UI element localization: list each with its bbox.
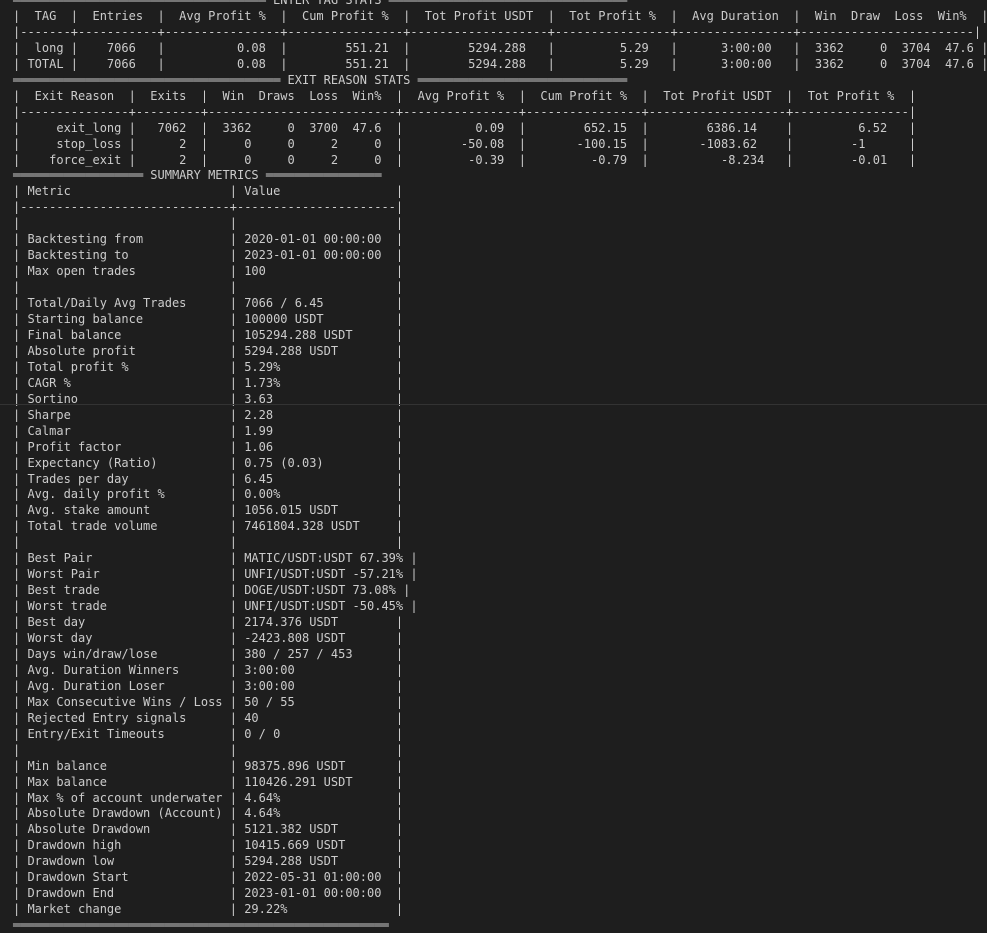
terminal-line: | Worst trade | UNFI/USDT:USDT -50.45% | [13, 599, 418, 614]
terminal-line: | Total profit % | 5.29% | [13, 359, 404, 374]
terminal-line: | Max open trades | 100 | [13, 264, 404, 279]
terminal-line: | Drawdown low | 5294.288 USDT | [13, 854, 404, 869]
terminal-line: | long | 7066 | 0.08 | 551.21 | 5294.288… [13, 40, 987, 55]
terminal-line: |-------+-----------+----------------+--… [13, 24, 982, 39]
terminal-line: | Absolute profit | 5294.288 USDT | [13, 343, 404, 358]
terminal-line: | Max balance | 110426.291 USDT | [13, 774, 404, 789]
terminal-line: | CAGR % | 1.73% | [13, 375, 404, 390]
terminal-line: | Max Consecutive Wins / Loss | 50 / 55 … [13, 694, 404, 709]
terminal-line: | Best Pair | MATIC/USDT:USDT 67.39% | [13, 551, 418, 566]
terminal-output[interactable]: ═══════════════════════════════════ ENTE… [0, 0, 987, 932]
terminal-line: | Total trade volume | 7461804.328 USDT … [13, 519, 404, 534]
terminal-line: | Best trade | DOGE/USDT:USDT 73.08% | [13, 583, 411, 598]
terminal-line: | Backtesting from | 2020-01-01 00:00:00… [13, 232, 404, 247]
terminal-line: | Starting balance | 100000 USDT | [13, 312, 404, 326]
terminal-line: |-----------------------------+---------… [13, 200, 404, 215]
terminal-line: | Avg. stake amount | 1056.015 USDT | [13, 503, 404, 518]
terminal-line: | Total/Daily Avg Trades | 7066 / 6.45 | [13, 296, 404, 311]
terminal-line: | Worst day | -2423.808 USDT | [13, 631, 404, 645]
terminal-line: | Absolute Drawdown | 5121.382 USDT | [13, 822, 404, 837]
terminal-line: |---------------+---------+-------------… [13, 104, 917, 119]
terminal-line: | Best day | 2174.376 USDT | [13, 615, 404, 630]
terminal-line: | | | [13, 216, 404, 231]
terminal-line: | Max % of account underwater | 4.64% | [13, 790, 404, 805]
terminal-line: | Drawdown End | 2023-01-01 00:00:00 | [13, 886, 404, 901]
terminal-line: | Drawdown Start | 2022-05-31 01:00:00 | [13, 870, 404, 885]
terminal-line: | Trades per day | 6.45 | [13, 471, 404, 486]
terminal-line: | | | [13, 535, 404, 550]
terminal-line: | Worst Pair | UNFI/USDT:USDT -57.21% | [13, 567, 418, 582]
terminal-line: | Expectancy (Ratio) | 0.75 (0.03) | [13, 455, 404, 470]
terminal-line: ════════════════════════════════════════… [13, 918, 389, 933]
terminal-line: | Final balance | 105294.288 USDT | [13, 327, 404, 342]
terminal-line: | TAG | Entries | Avg Profit % | Cum Pro… [13, 8, 987, 23]
terminal-line: ═════════════════════════════════════ EX… [13, 72, 628, 87]
terminal-line: | Rejected Entry signals | 40 | [13, 710, 404, 725]
terminal-line: | Absolute Drawdown (Account) | 4.64% | [13, 806, 404, 821]
terminal-line: | Profit factor | 1.06 | [13, 439, 404, 454]
terminal-line: | Days win/draw/lose | 380 / 257 / 453 | [13, 646, 404, 661]
terminal-line: | Min balance | 98375.896 USDT | [13, 758, 404, 773]
terminal-line: | exit_long | 7062 | 3362 0 3700 47.6 | … [13, 120, 917, 135]
terminal-line: | Sharpe | 2.28 | [13, 407, 404, 422]
terminal-line: | | | [13, 742, 404, 757]
row-highlight [0, 404, 987, 405]
terminal-line: ══════════════════ SUMMARY METRICS ═════… [13, 168, 382, 183]
terminal-line: | TOTAL | 7066 | 0.08 | 551.21 | 5294.28… [13, 56, 987, 71]
terminal-line: | Avg. daily profit % | 0.00% | [13, 487, 404, 502]
terminal-line: | Avg. Duration Loser | 3:00:00 | [13, 678, 404, 693]
terminal-line: | Exit Reason | Exits | Win Draws Loss W… [13, 88, 917, 103]
terminal-line: | Calmar | 1.99 | [13, 423, 404, 438]
terminal-line: | Avg. Duration Winners | 3:00:00 | [13, 662, 404, 677]
terminal-line: | | | [13, 280, 404, 295]
terminal-line: | Entry/Exit Timeouts | 0 / 0 | [13, 726, 404, 741]
terminal-line: | force_exit | 2 | 0 0 2 0 | -0.39 | -0.… [13, 152, 917, 167]
terminal-line: | Metric | Value | [13, 184, 404, 199]
terminal-line: | Drawdown high | 10415.669 USDT | [13, 838, 404, 853]
terminal-line: ═══════════════════════════════════ ENTE… [13, 0, 628, 7]
terminal-line: | stop_loss | 2 | 0 0 2 0 | -50.08 | -10… [13, 136, 917, 151]
terminal-line: | Backtesting to | 2023-01-01 00:00:00 | [13, 248, 404, 263]
